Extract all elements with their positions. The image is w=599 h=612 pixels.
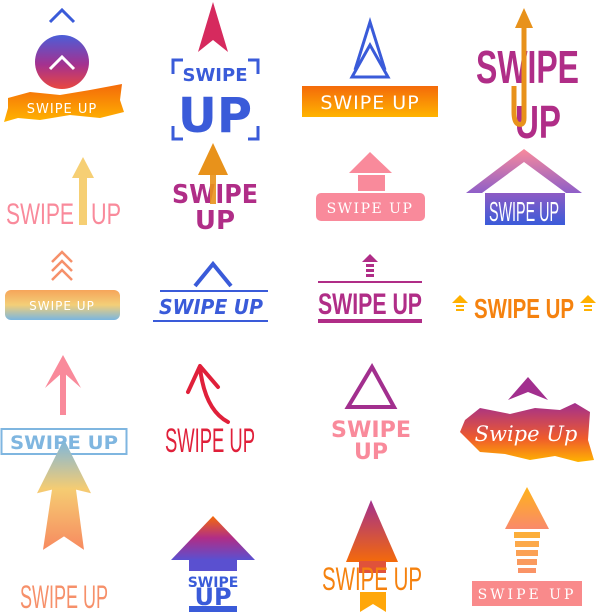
label: SWIPE UP <box>165 422 255 460</box>
arrow-stripe <box>516 550 538 556</box>
label: SWIPE UP <box>20 579 108 612</box>
underline-bar <box>318 319 422 323</box>
label: SWIPE UP <box>327 201 414 217</box>
arrowhead-icon <box>198 2 228 52</box>
chevron-up-icon <box>193 260 233 288</box>
badge-splash-script: Swipe Up <box>460 377 594 462</box>
label: SWIPE UP <box>27 102 97 117</box>
gradient-circle <box>35 35 89 89</box>
arrow-stripe <box>584 309 592 311</box>
arrowhead-icon <box>452 295 468 303</box>
badge-roof: SWIPE UP <box>466 149 582 227</box>
arrow-shaft <box>189 559 237 571</box>
label-top: SWIPE <box>182 65 247 86</box>
label: SWIPE UP <box>322 561 422 597</box>
arrowhead-icon <box>349 152 392 173</box>
arrow-stripe <box>456 309 464 311</box>
arrowhead-icon <box>171 516 255 560</box>
badge-ribbon-arrow: SWIPE UP <box>322 500 422 612</box>
label-right: UP <box>91 198 121 231</box>
label: SWIPE UP <box>318 288 422 321</box>
label: Swipe Up <box>475 422 578 446</box>
underline-bar <box>189 606 237 612</box>
arrow-up-icon <box>37 439 91 550</box>
label-top: SWIPE <box>476 41 579 93</box>
badge-triangle-pink: SWIPE UP <box>331 362 411 465</box>
arrowhead-icon <box>346 500 398 562</box>
swipe-up-icon-set: SWIPE UP SWIPE UP SWIPE UP SWIPE UP SWIP… <box>0 2 596 612</box>
label: SWIPE UP <box>320 92 419 114</box>
arrowhead-icon <box>508 377 548 400</box>
arrow-stripe <box>366 269 374 272</box>
arrowhead-icon <box>72 157 94 178</box>
arrow-stripe <box>366 264 374 267</box>
badge-arrow-between-words: SWIPE UP <box>6 157 121 231</box>
badge-circle-brush: SWIPE UP <box>4 7 124 122</box>
badge-pink-button: SWIPE UP <box>316 152 425 221</box>
chevron-up-icon <box>48 7 76 24</box>
arrow-shaft <box>79 172 87 225</box>
arrow-stripe <box>515 541 539 547</box>
badge-chevrons-bar: SWIPE UP <box>5 250 120 320</box>
badge-purple-lines: SWIPE UP <box>318 254 422 323</box>
arrow-shaft <box>210 174 216 204</box>
arrow-stripe <box>456 305 464 307</box>
label-bottom: UP <box>195 206 235 236</box>
arrowhead-icon <box>505 487 549 529</box>
label: SWIPE UP <box>159 295 263 319</box>
badge-arrow-over-text: SWIPE UP <box>172 143 258 236</box>
roof-icon <box>466 149 582 193</box>
arrow-stripe <box>366 274 374 277</box>
arrow-shaft <box>358 175 385 191</box>
label: SWIPE UP <box>489 196 559 227</box>
badge-arrow-through-text: SWIPE UP <box>476 8 579 148</box>
label-bottom: UP <box>354 440 388 465</box>
badge-triangles-bar: SWIPE UP <box>302 16 438 117</box>
badge-striped-arrow: SWIPE UP <box>472 487 582 606</box>
ribbon <box>360 592 386 612</box>
label-bottom: UP <box>178 88 252 144</box>
badge-bracket-frame: SWIPE UP <box>171 2 260 144</box>
badge-orange-arrows: SWIPE UP <box>452 293 596 324</box>
arrowhead-icon <box>362 254 378 262</box>
arrowhead-icon <box>198 143 228 175</box>
arrowhead-icon <box>515 8 533 28</box>
arrow-stripe <box>517 559 537 565</box>
badge-outlined-box: SWIPE UP <box>0 355 128 455</box>
curved-arrow-icon <box>186 364 230 424</box>
label: SWIPE UP <box>29 299 95 313</box>
arrow-stripe <box>514 532 540 538</box>
triangle-icon <box>344 362 398 409</box>
badge-gradient-arrow: SWIPE UP <box>20 439 108 612</box>
badge-italic-underline: SWIPE UP <box>153 260 268 322</box>
chevron-up-icon <box>51 268 73 281</box>
label-left: SWIPE <box>6 198 74 231</box>
label: SWIPE UP <box>474 293 574 324</box>
arrowhead-icon <box>580 295 596 303</box>
arrow-stripe <box>584 305 592 307</box>
arrow-stripe <box>518 568 536 573</box>
badge-hand-drawn: SWIPE UP <box>165 364 255 460</box>
badge-big-arrow: SWIPE UP <box>171 516 255 612</box>
label: SWIPE UP <box>478 587 577 603</box>
